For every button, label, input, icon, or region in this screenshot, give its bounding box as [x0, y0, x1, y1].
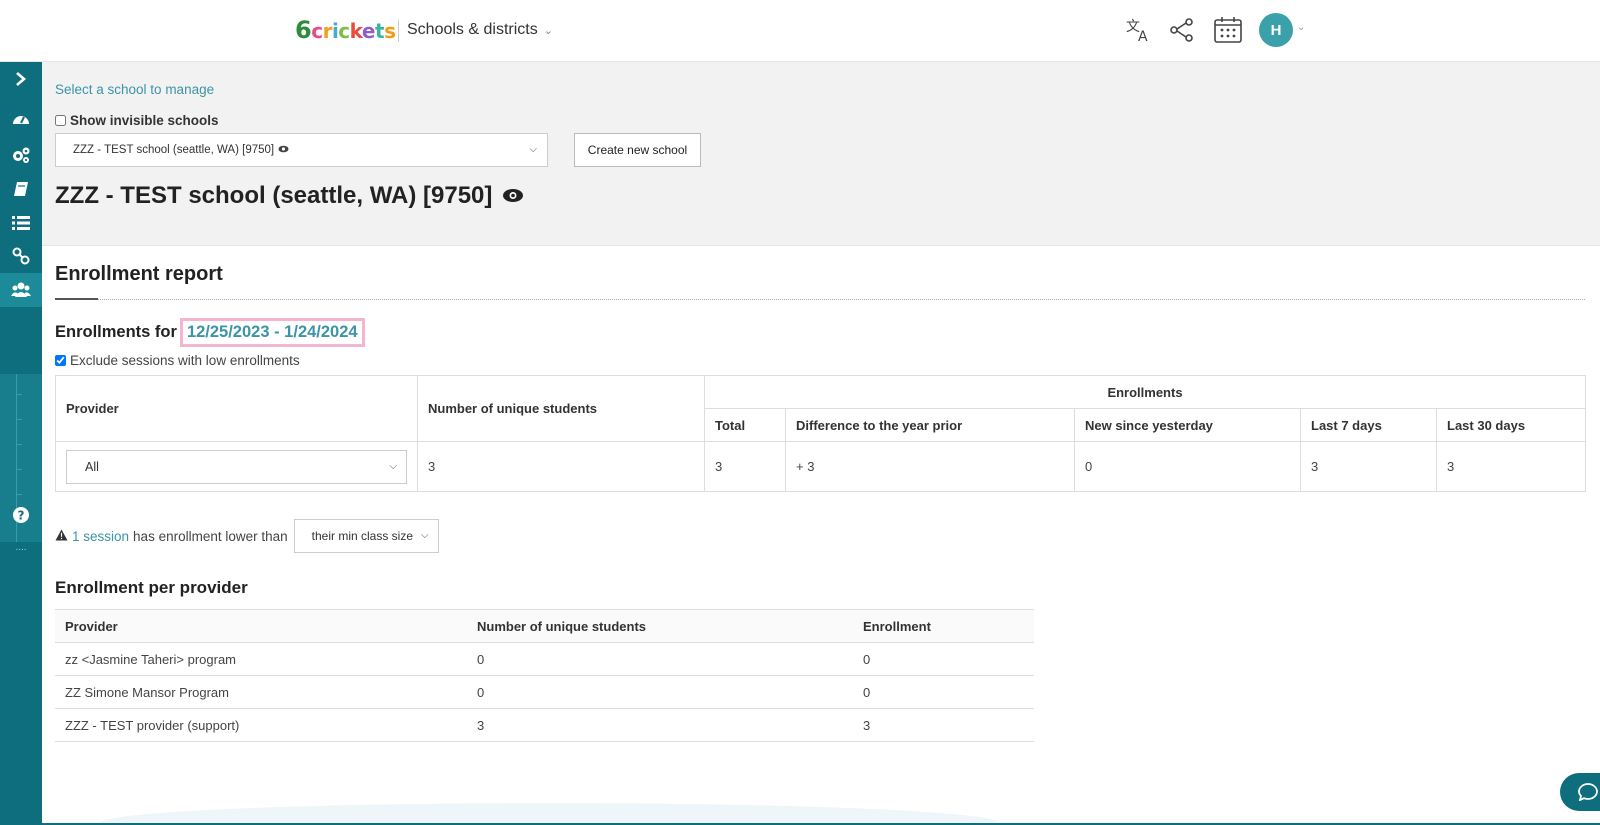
- chat-icon: [1578, 783, 1598, 806]
- chevron-down-icon: ⌄: [543, 25, 553, 37]
- provider-name: zz <Jasmine Taheri> program: [55, 642, 467, 676]
- school-title-text: ZZZ - TEST school (seattle, WA) [9750]: [55, 182, 493, 209]
- chevron-down-icon: ⌵: [529, 144, 537, 155]
- unique-students-value: 3: [417, 441, 705, 492]
- col-unique-students: Number of unique students: [467, 609, 853, 643]
- list-icon[interactable]: [0, 206, 42, 240]
- chevron-down-icon: ⌵: [421, 530, 429, 541]
- calendar-icon[interactable]: [1212, 14, 1244, 46]
- exclude-low-row: Exclude sessions with low enrollments: [55, 353, 300, 368]
- date-range-link[interactable]: 12/25/2023 - 1/24/2024: [179, 318, 365, 347]
- last-7-days-value: 3: [1300, 441, 1437, 492]
- unique-students: 0: [467, 642, 853, 676]
- table-row: All ⌵ 3 3 + 3 0 3 3: [55, 441, 1586, 492]
- show-invisible-label: Show invisible schools: [70, 113, 219, 128]
- per-provider-title: Enrollment per provider: [55, 578, 248, 597]
- divider: [55, 299, 1585, 300]
- decorative-wave: [100, 803, 1000, 825]
- provider-select-value: All: [85, 459, 99, 474]
- report-title: Enrollment report: [55, 263, 223, 285]
- sidebar-separator: ....: [15, 542, 27, 553]
- enrollment: 3: [853, 708, 1034, 742]
- expand-icon[interactable]: [0, 62, 42, 96]
- min-class-size-value: their min class size: [311, 529, 414, 543]
- divider-accent: [55, 298, 98, 300]
- avatar[interactable]: H: [1259, 13, 1293, 47]
- last-30-days-value: 3: [1436, 441, 1586, 492]
- svg-text:A: A: [1138, 29, 1148, 43]
- new-since-yesterday-header: New since yesterday: [1074, 408, 1301, 442]
- difference-value: + 3: [785, 441, 1075, 492]
- show-invisible-row: Show invisible schools: [55, 113, 219, 128]
- translate-icon[interactable]: 文A: [1123, 14, 1155, 46]
- link-icon[interactable]: [0, 239, 42, 273]
- table-row: ZZ Simone Mansor Program 0 0: [55, 675, 1034, 709]
- chat-button[interactable]: [1560, 773, 1600, 811]
- schools-districts-menu[interactable]: Schools & districts ⌄: [407, 21, 553, 39]
- share-icon[interactable]: [1166, 14, 1198, 46]
- enrollments-for-label: Enrollments for: [55, 323, 177, 341]
- provider-name: ZZ Simone Mansor Program: [55, 675, 467, 709]
- col-provider: Provider: [55, 609, 467, 643]
- sessions-link[interactable]: 1 session: [72, 529, 129, 544]
- unique-students-header: Number of unique students: [417, 375, 705, 442]
- table-row: zz <Jasmine Taheri> program 0 0: [55, 642, 1034, 676]
- logo[interactable]: 6crickets: [295, 16, 396, 44]
- enrollment: 0: [853, 642, 1034, 676]
- difference-header: Difference to the year prior: [785, 408, 1075, 442]
- provider-name: ZZZ - TEST provider (support): [55, 708, 467, 742]
- nav-title-label: Schools & districts: [407, 21, 538, 38]
- settings-icon[interactable]: [0, 138, 42, 172]
- per-provider-table: Provider Number of unique students Enrol…: [55, 609, 1034, 742]
- select-school-link[interactable]: Select a school to manage: [55, 82, 214, 97]
- svg-text:?: ?: [18, 509, 25, 523]
- eye-icon: [278, 144, 289, 156]
- chevron-down-icon[interactable]: ⌄: [1297, 22, 1305, 33]
- exclude-low-checkbox[interactable]: [55, 355, 66, 366]
- exclude-low-label: Exclude sessions with low enrollments: [70, 353, 300, 368]
- warning-text: has enrollment lower than: [133, 528, 288, 544]
- enrollments-header: Enrollments: [704, 375, 1586, 409]
- table-row: ZZZ - TEST provider (support) 3 3: [55, 708, 1034, 742]
- selected-school: ZZZ - TEST school (seattle, WA) [9750]: [73, 144, 275, 156]
- sidebar: .... ?: [0, 62, 42, 825]
- enrollment-table: Provider Number of unique students Enrol…: [55, 375, 1586, 492]
- unique-students: 3: [467, 708, 853, 742]
- help-icon[interactable]: ?: [0, 498, 42, 532]
- school-select[interactable]: ZZZ - TEST school (seattle, WA) [9750] ⌵: [55, 133, 548, 167]
- new-since-yesterday-value: 0: [1074, 441, 1301, 492]
- enrollments-for: Enrollments for 12/25/2023 - 1/24/2024: [55, 318, 365, 347]
- total-header: Total: [704, 408, 786, 442]
- dashboard-icon[interactable]: [0, 101, 42, 135]
- logo-divider: [398, 20, 399, 42]
- eye-icon[interactable]: [502, 182, 524, 210]
- last-30-days-header: Last 30 days: [1436, 408, 1586, 442]
- chevron-down-icon: ⌵: [389, 460, 397, 472]
- min-class-size-select[interactable]: their min class size ⌵: [293, 519, 439, 553]
- enrollment: 0: [853, 675, 1034, 709]
- warning-icon: [55, 529, 68, 544]
- create-new-school-button[interactable]: Create new school: [574, 133, 701, 167]
- provider-select[interactable]: All ⌵: [66, 449, 407, 484]
- provider-header: Provider: [55, 375, 418, 442]
- show-invisible-checkbox[interactable]: [55, 115, 66, 126]
- school-title: ZZZ - TEST school (seattle, WA) [9750]: [55, 182, 524, 210]
- users-icon[interactable]: [0, 273, 42, 307]
- low-enrollment-warning: 1 session has enrollment lower than thei…: [55, 519, 439, 553]
- unique-students: 0: [467, 675, 853, 709]
- book-icon[interactable]: [0, 172, 42, 206]
- top-header: 6crickets Schools & districts ⌄ 文A H ⌄: [0, 0, 1600, 62]
- last-7-days-header: Last 7 days: [1300, 408, 1437, 442]
- col-enrollment: Enrollment: [853, 609, 1034, 643]
- total-value: 3: [704, 441, 786, 492]
